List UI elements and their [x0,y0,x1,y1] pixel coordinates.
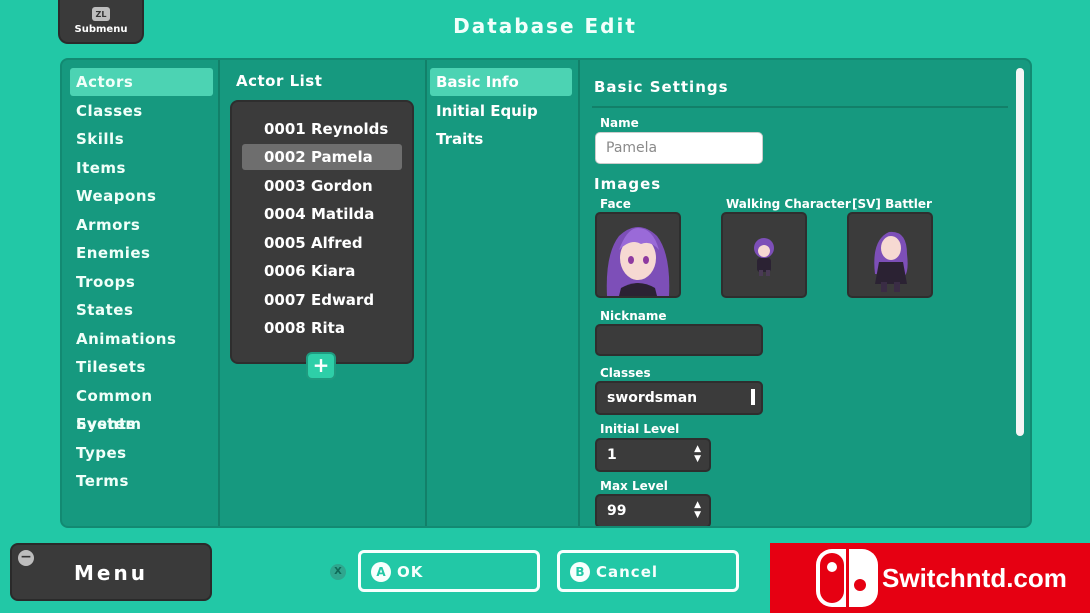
database-panel: Actors Classes Skills Items Weapons Armo… [60,58,1032,528]
menu-label: Menu [74,561,148,585]
cancel-label: Cancel [596,563,659,581]
category-classes[interactable]: Classes [70,97,213,125]
actor-item-selected[interactable]: 0002 Pamela [242,144,402,170]
tab-traits[interactable]: Traits [430,125,572,153]
face-portrait-icon [606,227,670,296]
category-troops[interactable]: Troops [70,268,213,296]
divider [218,60,220,526]
b-button-icon: B [570,562,590,582]
scrollbar[interactable] [1016,68,1024,436]
category-actors[interactable]: Actors [70,68,213,96]
divider [578,60,580,526]
initial-level-value: 1 [607,447,617,463]
ok-button[interactable]: A OK [358,550,540,592]
name-label: Name [600,116,639,130]
actor-item[interactable]: 0003 Gordon [242,173,402,199]
classes-label: Classes [600,366,651,380]
battler-label: [SV] Battler [852,197,932,211]
battler-sprite-icon [874,231,908,292]
category-skills[interactable]: Skills [70,125,213,153]
tab-initial-equip[interactable]: Initial Equip [430,97,572,125]
classes-value: swordsman [607,390,698,406]
divider [592,106,1008,108]
category-system[interactable]: System [70,410,213,438]
category-enemies[interactable]: Enemies [70,239,213,267]
initial-level-stepper[interactable]: 1 ▲ ▼ [595,438,711,472]
classes-select[interactable]: swordsman [595,381,763,415]
walking-character-image[interactable] [721,212,807,298]
nickname-input[interactable] [595,324,763,356]
category-terms[interactable]: Terms [70,467,213,495]
actor-item[interactable]: 0007 Edward [242,287,402,313]
tab-basic-info[interactable]: Basic Info [430,68,572,96]
category-animations[interactable]: Animations [70,325,213,353]
nickname-label: Nickname [600,309,667,323]
actor-list: 0001 Reynolds 0002 Pamela 0003 Gordon 00… [230,100,414,364]
max-level-label: Max Level [600,479,668,493]
actor-item[interactable]: 0004 Matilda [242,201,402,227]
spin-arrows-icon[interactable]: ▲ ▼ [694,444,701,464]
category-common-events[interactable]: Common Events [70,382,213,433]
name-input[interactable]: Pamela [595,132,763,164]
battler-image[interactable] [847,212,933,298]
a-button-icon: A [371,562,391,582]
spin-arrows-icon[interactable]: ▲ ▼ [694,500,701,520]
actor-item[interactable]: 0006 Kiara [242,258,402,284]
actor-list-title: Actor List [236,72,323,90]
page-title: Database Edit [453,14,637,38]
category-states[interactable]: States [70,296,213,324]
actor-item[interactable]: 0008 Rita [242,315,402,341]
category-armors[interactable]: Armors [70,211,213,239]
actor-item[interactable]: 0005 Alfred [242,230,402,256]
menu-button[interactable]: − Menu [10,543,212,601]
category-tilesets[interactable]: Tilesets [70,353,213,381]
switch-logo-icon [816,549,878,607]
watermark: Switchntd.com [770,543,1090,613]
category-types[interactable]: Types [70,439,213,467]
x-button-icon: X [330,564,346,580]
actor-item[interactable]: 0001 Reynolds [242,116,402,142]
cancel-button[interactable]: B Cancel [557,550,739,592]
category-list: Actors Classes Skills Items Weapons Armo… [62,60,219,526]
watermark-text: Switchntd.com [882,563,1067,593]
ok-label: OK [397,563,424,581]
category-weapons[interactable]: Weapons [70,182,213,210]
add-actor-button[interactable]: + [306,352,336,380]
max-level-stepper[interactable]: 99 ▲ ▼ [595,494,711,526]
divider [425,60,427,526]
walking-character-label: Walking Character [726,197,851,211]
basic-settings-title: Basic Settings [594,78,729,96]
category-items[interactable]: Items [70,154,213,182]
face-label: Face [600,197,631,211]
max-level-value: 99 [607,503,627,519]
initial-level-label: Initial Level [600,422,680,436]
walking-sprite-icon [754,238,774,276]
images-title: Images [594,175,662,193]
select-caret-icon [751,389,755,405]
face-image[interactable] [595,212,681,298]
